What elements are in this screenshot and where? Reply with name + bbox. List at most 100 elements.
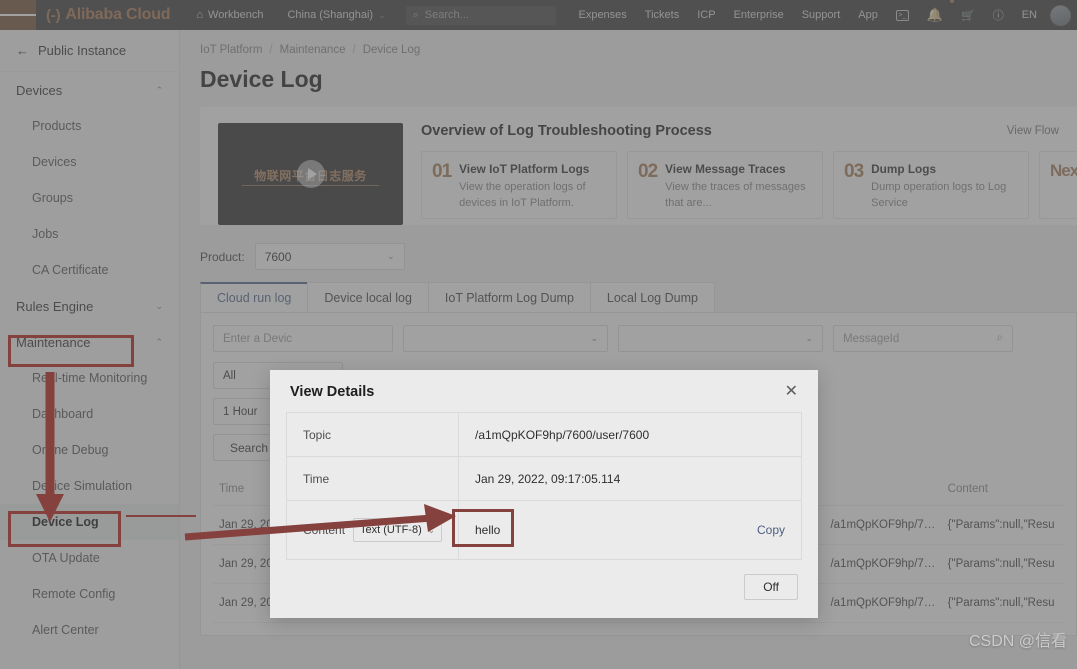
cell-content: {"Params":null,"Resu	[941, 505, 1064, 545]
tutorial-video-thumbnail[interactable]: 物联网平台日志服务	[218, 123, 403, 225]
sidebar-item-ota-update[interactable]: OTA Update	[0, 540, 179, 576]
status-select[interactable]: ⌄	[618, 325, 823, 352]
language-switch[interactable]: EN	[1013, 0, 1046, 30]
dialog-footer: Off	[270, 560, 818, 600]
sidebar-group-devices[interactable]: Devices ⌃	[0, 72, 179, 108]
cell-content: {"Params":null,"Resu	[941, 583, 1064, 623]
sidebar-group-label: Devices	[16, 82, 63, 98]
product-filter-label: Product:	[200, 249, 245, 264]
nav-enterprise[interactable]: Enterprise	[725, 0, 793, 30]
sidebar-group-label: Maintenance	[16, 334, 91, 350]
sidebar-group-maintenance[interactable]: Maintenance ⌃	[0, 324, 179, 360]
content-encoding-select[interactable]: Text (UTF-8) ⌄	[353, 518, 442, 542]
search-placeholder: Search...	[424, 9, 469, 21]
overview-step-next[interactable]: Next The Cont	[1039, 151, 1077, 219]
search-icon: ⌕	[412, 8, 419, 21]
region-label: China (Shanghai)	[287, 9, 374, 21]
nav-support[interactable]: Support	[793, 0, 850, 30]
avatar[interactable]	[1050, 4, 1071, 26]
step-title: View Message Traces	[665, 162, 786, 176]
console-icon[interactable]: >_	[887, 0, 918, 30]
global-search-input[interactable]: ⌕ Search...	[405, 5, 556, 25]
copy-button[interactable]: Copy	[757, 523, 785, 537]
col-content: Content	[941, 473, 1064, 506]
sidebar-item-dashboard[interactable]: Dashboard	[0, 396, 179, 432]
messageid-search-input[interactable]: MessageId ⌕	[833, 325, 1013, 352]
help-icon[interactable]: ⓘ	[984, 0, 1013, 30]
sidebar-item-products[interactable]: Products	[0, 108, 179, 144]
step-desc: View the operation logs of devices in Io…	[459, 181, 586, 209]
sidebar-item-devices[interactable]: Devices	[0, 144, 179, 180]
close-icon[interactable]: ✕	[785, 384, 798, 400]
product-select[interactable]: 7600 ⌄	[254, 243, 405, 270]
sidebar-item-alert-center[interactable]: Alert Center	[0, 612, 179, 648]
dialog-value-content: hello Copy	[459, 523, 801, 537]
sidebar-item-ca-certificate[interactable]: CA Certificate	[0, 252, 179, 288]
step-number: 02	[638, 161, 658, 182]
play-icon[interactable]	[296, 160, 325, 188]
chevron-down-icon: ⌄	[805, 333, 813, 343]
chevron-up-icon: ⌃	[155, 84, 163, 95]
sidebar-item-device-simulation[interactable]: Device Simulation	[0, 468, 179, 504]
log-troubleshooting-overview-card: 物联网平台日志服务 Overview of Log Troubleshootin…	[200, 107, 1077, 225]
tab-iot-platform-log-dump[interactable]: IoT Platform Log Dump	[427, 282, 591, 312]
cart-icon[interactable]: 🛒	[952, 0, 984, 30]
sidebar-item-online-debug[interactable]: Online Debug	[0, 432, 179, 468]
dialog-detail-table: Topic /a1mQpKOF9hp/7600/user/7600 Time J…	[286, 412, 802, 560]
home-icon: ⌂	[196, 9, 204, 21]
breadcrumb: IoT Platform / Maintenance / Device Log	[180, 30, 1077, 56]
sidebar-item-device-log[interactable]: Device Log	[0, 504, 179, 540]
content-label: Content	[303, 523, 346, 537]
chevron-down-icon: ⌄	[155, 300, 163, 311]
step-title: Dump Logs	[871, 162, 937, 176]
content-encoding-value: Text (UTF-8)	[360, 524, 422, 536]
sidebar-back-public-instance[interactable]: ← Public Instance	[0, 30, 179, 72]
chevron-down-icon: ⌄	[590, 333, 598, 343]
watermark: CSDN @信看	[968, 633, 1067, 650]
workbench-link[interactable]: ⌂ Workbench	[184, 0, 275, 30]
overview-step-03[interactable]: 03 Dump Logs Dump operation logs to Log …	[833, 151, 1029, 219]
tab-device-local-log[interactable]: Device local log	[307, 282, 429, 312]
chevron-down-icon: ⌄	[378, 9, 386, 20]
device-name-placeholder: Enter a Devic	[223, 332, 293, 345]
breadcrumb-item-device-log: Device Log	[362, 44, 421, 56]
all-select-value: All	[223, 369, 236, 382]
dialog-key-topic: Topic	[287, 413, 459, 456]
off-button[interactable]: Off	[744, 574, 798, 600]
nav-app[interactable]: App	[849, 0, 887, 30]
sidebar-group-rules-engine[interactable]: Rules Engine ⌄	[0, 288, 179, 324]
sidebar-item-real-time-monitoring[interactable]: Real-time Monitoring	[0, 360, 179, 396]
sidebar-item-remote-config[interactable]: Remote Config	[0, 576, 179, 612]
log-type-select[interactable]: ⌄	[403, 325, 608, 352]
view-details-dialog: View Details ✕ Topic /a1mQpKOF9hp/7600/u…	[270, 370, 818, 618]
tab-local-log-dump[interactable]: Local Log Dump	[589, 282, 715, 312]
product-filter-row: Product: 7600 ⌄	[200, 243, 1077, 270]
dialog-row-topic: Topic /a1mQpKOF9hp/7600/user/7600	[287, 413, 801, 457]
sidebar-item-groups[interactable]: Groups	[0, 180, 179, 216]
content-text: hello	[475, 523, 501, 537]
dialog-value-topic: /a1mQpKOF9hp/7600/user/7600	[475, 427, 650, 442]
hamburger-icon[interactable]	[0, 0, 36, 30]
dialog-header: View Details ✕	[270, 370, 818, 412]
step-title: View IoT Platform Logs	[459, 162, 590, 176]
search-icon[interactable]: ⌕	[997, 332, 1003, 345]
region-selector[interactable]: China (Shanghai) ⌄	[275, 0, 397, 30]
overview-step-02[interactable]: 02 View Message Traces View the traces o…	[627, 151, 823, 219]
step-number: Next	[1050, 161, 1077, 180]
breadcrumb-item-iot-platform[interactable]: IoT Platform	[200, 44, 262, 56]
sidebar-item-jobs[interactable]: Jobs	[0, 216, 179, 252]
nav-icp[interactable]: ICP	[688, 0, 724, 30]
nav-expenses[interactable]: Expenses	[569, 0, 635, 30]
page-title: Device Log	[200, 66, 323, 92]
overview-step-01[interactable]: 01 View IoT Platform Logs View the opera…	[421, 151, 617, 219]
view-flow-link[interactable]: View Flow	[1007, 125, 1059, 137]
tab-cloud-run-log[interactable]: Cloud run log	[200, 282, 309, 312]
nav-tickets[interactable]: Tickets	[636, 0, 688, 30]
sidebar: ← Public Instance Devices ⌃ Products Dev…	[0, 30, 180, 669]
overview-steps: 01 View IoT Platform Logs View the opera…	[421, 151, 1077, 219]
step-number: 01	[432, 161, 452, 182]
breadcrumb-item-maintenance[interactable]: Maintenance	[280, 44, 346, 56]
device-name-input[interactable]: Enter a Devic	[213, 325, 393, 352]
alibaba-cloud-logo[interactable]: (-) Alibaba Cloud	[36, 6, 184, 24]
bell-icon[interactable]: 🔔	[918, 0, 955, 30]
